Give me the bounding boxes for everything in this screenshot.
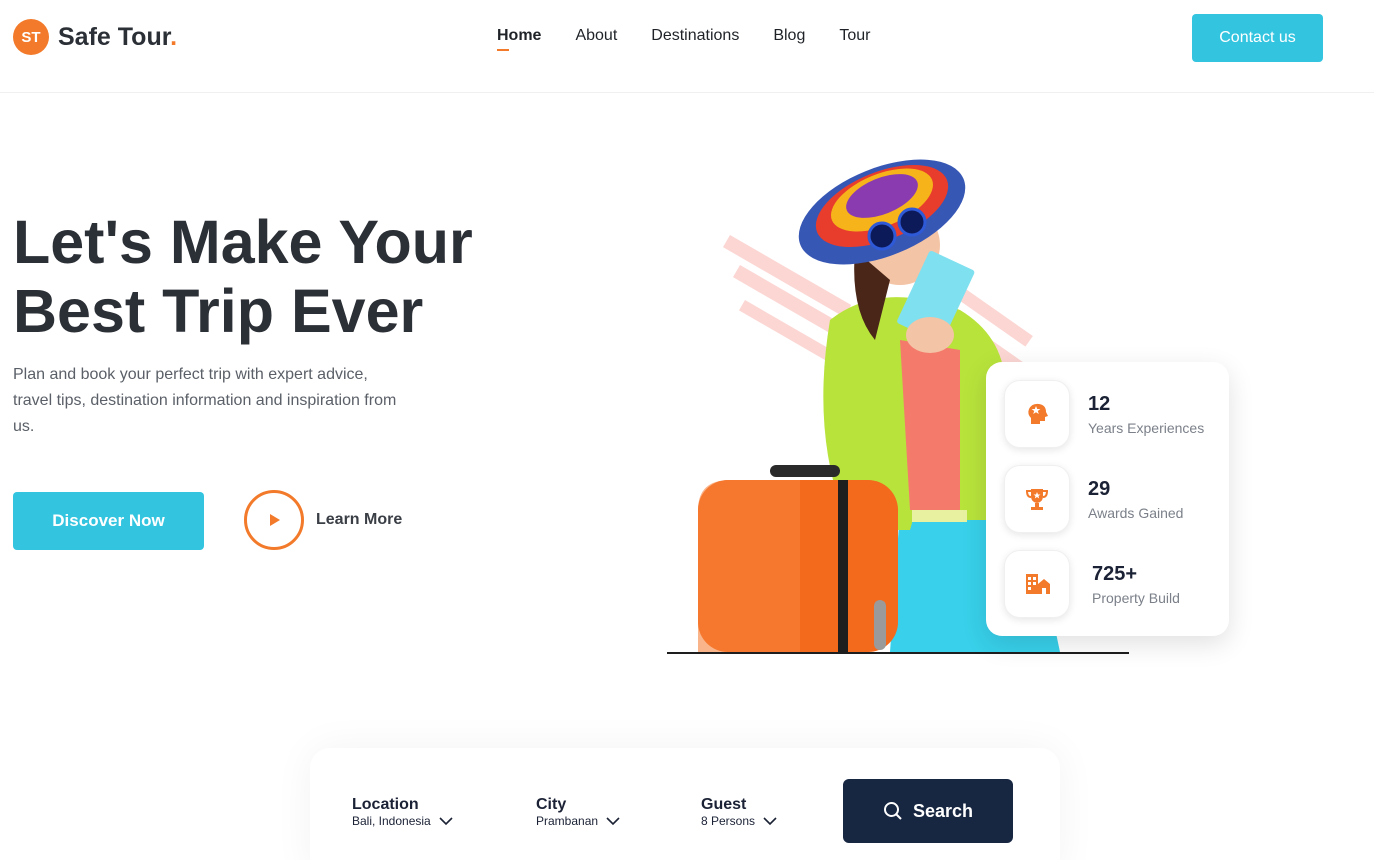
stat-awards: 29 Awards Gained <box>1004 465 1183 533</box>
stat-value: 29 <box>1088 477 1111 500</box>
site-header: ST Safe Tour. Home About Destinations Bl… <box>0 0 1374 93</box>
search-button-label: Search <box>912 800 974 821</box>
learn-more-label: Learn More <box>316 511 403 528</box>
hero-description: Plan and book your perfect trip with exp… <box>13 366 397 435</box>
learn-more-link[interactable]: Learn More <box>244 490 402 550</box>
guest-select[interactable]: Guest 8 Persons <box>701 796 777 828</box>
hero-title-line1: Let's Make Your <box>13 208 473 276</box>
chevron-down-icon <box>606 817 620 826</box>
discover-now-button[interactable]: Discover Now <box>13 492 204 550</box>
search-button[interactable]: Search <box>843 779 1013 843</box>
nav-item-blog[interactable]: Blog <box>773 27 805 51</box>
nav-item-about[interactable]: About <box>575 27 617 51</box>
location-value: Bali, Indonesia <box>352 814 431 828</box>
chevron-down-icon <box>763 817 777 826</box>
field-row: Prambanan <box>536 814 620 828</box>
field-row: Bali, Indonesia <box>352 814 453 828</box>
hero-title: Let's Make Your Best Trip Ever <box>13 208 533 346</box>
contact-us-button[interactable]: Contact us <box>1192 14 1323 62</box>
field-title: Guest <box>701 796 747 813</box>
stat-value: 12 <box>1088 392 1111 415</box>
guest-value: 8 Persons <box>701 814 756 828</box>
main-nav: Home About Destinations Blog Tour <box>497 27 870 51</box>
head-star-icon <box>1004 380 1070 448</box>
stat-experience: 12 Years Experiences <box>1004 380 1204 448</box>
stat-label: Years Experiences <box>1088 419 1205 436</box>
brand-name: Safe Tour <box>58 22 171 51</box>
nav-item-tour[interactable]: Tour <box>839 27 870 51</box>
stat-label: Property Build <box>1092 589 1180 606</box>
city-value: Prambanan <box>536 814 599 828</box>
logo-badge: ST <box>13 19 49 55</box>
building-icon <box>1004 550 1070 618</box>
trophy-icon <box>1004 465 1070 533</box>
field-title: Location <box>352 796 419 813</box>
logo[interactable]: ST Safe Tour. <box>13 19 177 55</box>
play-icon[interactable] <box>244 490 304 550</box>
field-row: 8 Persons <box>701 814 777 828</box>
stat-text: 12 Years Experiences <box>1088 393 1204 436</box>
stat-text: 725+ Property Build <box>1092 563 1180 606</box>
hero-title-line2: Best Trip Ever <box>13 277 424 345</box>
search-icon <box>883 802 902 820</box>
stat-property: 725+ Property Build <box>1004 550 1180 618</box>
stat-value: 725+ <box>1092 562 1138 585</box>
stat-text: 29 Awards Gained <box>1088 478 1183 521</box>
field-title: City <box>536 796 567 813</box>
chevron-down-icon <box>439 817 453 826</box>
city-select[interactable]: City Prambanan <box>536 796 620 828</box>
nav-item-home[interactable]: Home <box>497 27 541 51</box>
brand-dot: . <box>170 22 178 51</box>
stats-card: 12 Years Experiences 29 Awards Gained 72… <box>986 362 1229 636</box>
location-select[interactable]: Location Bali, Indonesia <box>352 796 453 828</box>
stat-label: Awards Gained <box>1088 504 1184 521</box>
nav-item-destinations[interactable]: Destinations <box>651 27 739 51</box>
logo-text: Safe Tour. <box>58 23 177 52</box>
